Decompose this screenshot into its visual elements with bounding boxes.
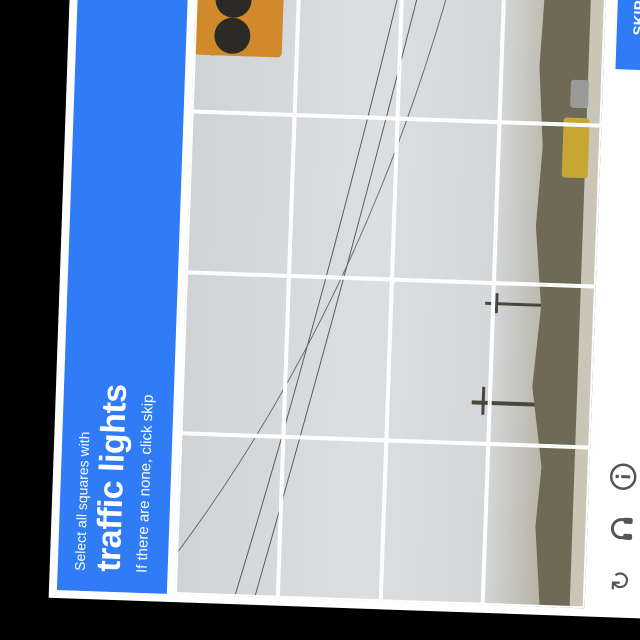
grid-tile[interactable] — [289, 115, 398, 280]
target-object-label: traffic lights — [89, 383, 135, 573]
grid-tile[interactable] — [186, 111, 295, 276]
grid-tile[interactable] — [397, 0, 506, 123]
grid-tile[interactable] — [391, 118, 500, 284]
instruction-header: Select all squares with traffic lights I… — [56, 0, 190, 594]
image-grid — [174, 0, 608, 609]
grid-tile[interactable] — [488, 283, 596, 448]
grid-tile[interactable] — [283, 275, 392, 441]
headphones-icon[interactable] — [607, 513, 638, 544]
reload-icon[interactable]: ↻ — [605, 565, 636, 596]
skip-instruction-text: If there are none, click skip — [133, 394, 157, 574]
grid-tile[interactable] — [180, 272, 290, 437]
grid-tile[interactable] — [386, 279, 494, 444]
grid-tile[interactable] — [493, 122, 602, 287]
grid-tile[interactable] — [380, 440, 489, 605]
grid-tile[interactable] — [499, 0, 608, 126]
grid-tile[interactable] — [294, 0, 404, 119]
captcha-challenge: Select all squares with traffic lights I… — [48, 0, 640, 619]
screen: Select all squares with traffic lights I… — [0, 0, 640, 640]
grid-tile[interactable] — [174, 433, 284, 598]
grid-tile[interactable] — [482, 443, 591, 609]
skip-button[interactable]: SKIP — [615, 0, 640, 71]
info-icon[interactable] — [609, 461, 640, 492]
grid-tile[interactable] — [191, 0, 301, 116]
grid-tile[interactable] — [277, 436, 387, 602]
